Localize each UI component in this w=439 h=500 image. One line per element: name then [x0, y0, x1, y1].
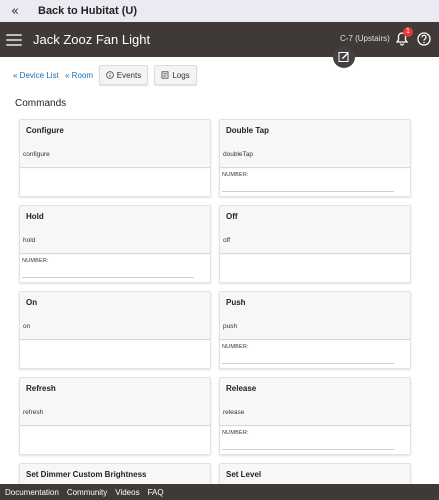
command-card-configure: Configure configure	[19, 119, 211, 197]
number-input[interactable]	[222, 437, 394, 450]
command-method: off	[223, 237, 231, 244]
command-name: Hold	[26, 212, 44, 221]
command-body	[20, 427, 210, 454]
command-body	[20, 169, 210, 196]
command-body: NUMBER:	[20, 255, 210, 282]
menu-icon[interactable]	[6, 33, 22, 46]
help-icon[interactable]	[417, 32, 431, 46]
argument-label: NUMBER:	[222, 172, 249, 178]
number-input[interactable]	[222, 351, 394, 364]
room-link[interactable]: « Room	[65, 71, 93, 80]
command-name: Set Level	[226, 470, 262, 479]
notification-badge: 1	[403, 27, 413, 37]
command-method: doubleTap	[223, 151, 253, 158]
app-bar: Jack Zooz Fan Light C-7 (Upstairs) 1	[0, 22, 439, 57]
command-card-hold: Hold hold NUMBER:	[19, 205, 211, 283]
command-method: refresh	[23, 409, 44, 416]
hub-name: C-7 (Upstairs)	[340, 34, 390, 43]
command-name: Configure	[26, 126, 64, 135]
logs-button[interactable]: Logs	[154, 65, 197, 85]
footer-link-documentation[interactable]: Documentation	[5, 488, 59, 497]
command-card-push: Push push NUMBER:	[219, 291, 411, 369]
command-card-release: Release release NUMBER:	[219, 377, 411, 455]
command-body: NUMBER:	[220, 427, 410, 454]
command-button-double-tap[interactable]: Double Tap doubleTap	[220, 120, 410, 168]
number-input[interactable]	[222, 179, 394, 192]
chevrons-left-icon[interactable]: «	[0, 4, 30, 19]
footer-link-videos[interactable]: Videos	[115, 488, 139, 497]
command-body	[20, 341, 210, 368]
events-button[interactable]: Events	[99, 65, 148, 85]
footer-link-community[interactable]: Community	[67, 488, 107, 497]
argument-label: NUMBER:	[22, 258, 49, 264]
footer-link-faq[interactable]: FAQ	[148, 488, 164, 497]
command-name: Double Tap	[226, 126, 269, 135]
command-button-hold[interactable]: Hold hold	[20, 206, 210, 254]
number-input[interactable]	[22, 265, 194, 278]
edit-device-button[interactable]	[333, 46, 355, 68]
argument-label: NUMBER:	[222, 430, 249, 436]
command-button-refresh[interactable]: Refresh refresh	[20, 378, 210, 426]
command-card-double-tap: Double Tap doubleTap NUMBER:	[219, 119, 411, 197]
footer: Documentation Community Videos FAQ	[0, 484, 439, 500]
command-card-on: On on	[19, 291, 211, 369]
command-button-push[interactable]: Push push	[220, 292, 410, 340]
command-card-refresh: Refresh refresh	[19, 377, 211, 455]
command-method: on	[23, 323, 31, 330]
command-body	[220, 255, 410, 282]
command-button-configure[interactable]: Configure configure	[20, 120, 210, 168]
command-method: configure	[23, 151, 50, 158]
logs-icon	[161, 71, 169, 79]
command-name: Release	[226, 384, 257, 393]
page-root: { "back_bar": { "label": "Back to Hubita…	[0, 0, 439, 500]
commands-heading: Commands	[15, 98, 67, 109]
command-name: Off	[226, 212, 238, 221]
back-to-hub-label[interactable]: Back to Hubitat (U)	[30, 5, 137, 17]
command-method: release	[223, 409, 245, 416]
command-name: Refresh	[26, 384, 56, 393]
command-name: Set Dimmer Custom Brightness	[26, 470, 147, 479]
logs-label: Logs	[172, 70, 190, 80]
back-bar[interactable]: « Back to Hubitat (U)	[0, 0, 439, 22]
command-name: Push	[226, 298, 246, 307]
argument-label: NUMBER:	[222, 344, 249, 350]
events-label: Events	[116, 70, 142, 80]
command-method: hold	[23, 237, 36, 244]
command-body: NUMBER:	[220, 341, 410, 368]
command-body: NUMBER:	[220, 169, 410, 196]
command-button-on[interactable]: On on	[20, 292, 210, 340]
info-icon	[105, 71, 114, 79]
command-name: On	[26, 298, 38, 307]
command-method: push	[223, 323, 238, 330]
device-title: Jack Zooz Fan Light	[33, 32, 151, 47]
command-button-off[interactable]: Off off	[220, 206, 410, 254]
command-button-release[interactable]: Release release	[220, 378, 410, 426]
edit-icon	[338, 52, 349, 62]
command-card-off: Off off	[219, 205, 411, 283]
device-list-link[interactable]: « Device List	[13, 71, 59, 80]
